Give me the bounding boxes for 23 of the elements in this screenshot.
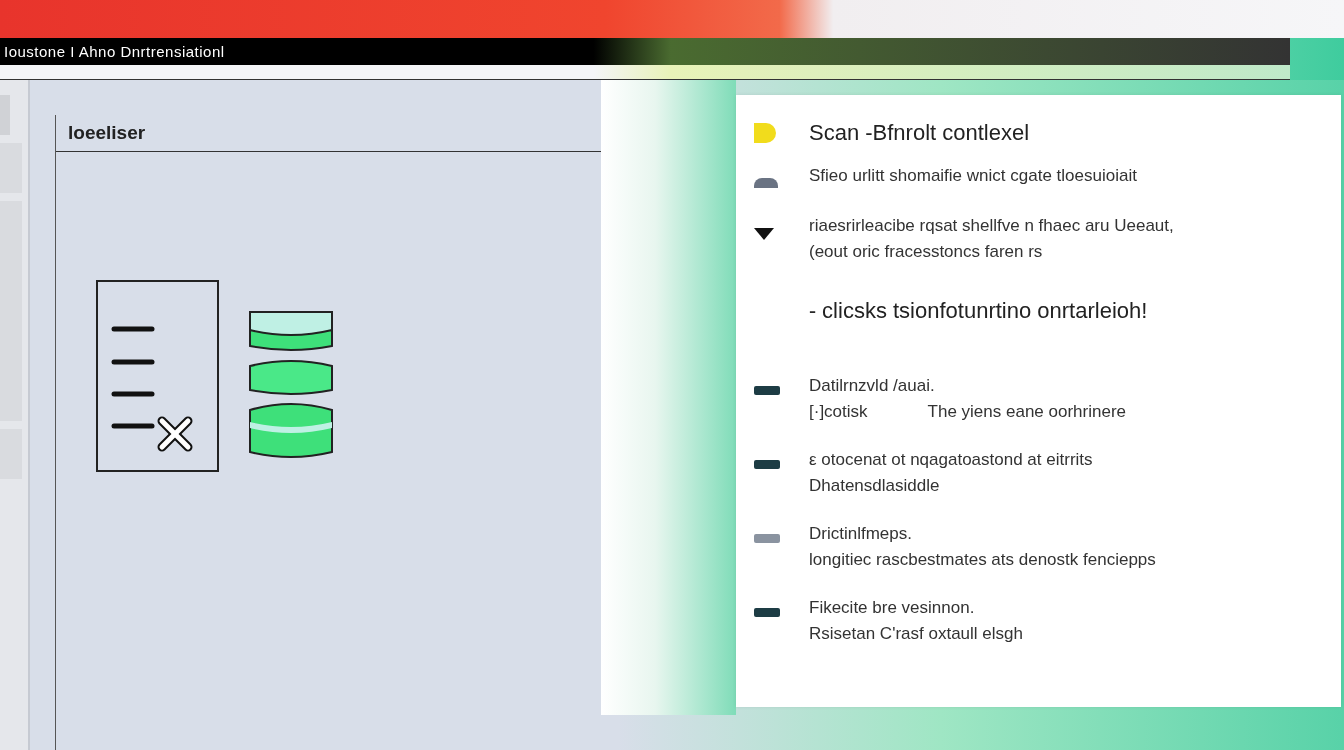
item-text: [·]cotisk <box>809 402 868 422</box>
callout-text: ⁃ clicsks tsionfotunrtino onrtarleioh! <box>809 297 1148 324</box>
item-text: Drictinlfmeps. <box>809 524 912 544</box>
dash-icon <box>754 386 780 395</box>
item-text: Datilrnzvld /auai. <box>809 376 935 396</box>
triangle-icon <box>754 228 774 240</box>
window-title: Ioustone I Ahno Dnrtrensiationl <box>4 43 225 60</box>
item-text: Rsisetan C'rasf oxtaull elsgh <box>809 624 1023 644</box>
dome-icon <box>754 178 778 188</box>
item-text: (eout oric fracesstoncs faren rs <box>809 242 1043 262</box>
document-error-icon <box>96 280 220 474</box>
dash-icon <box>754 534 780 543</box>
item-text: Dhatensdlasiddle <box>809 476 940 496</box>
card-title: Scan -Bfnrolt contlexel <box>809 119 1030 146</box>
dash-icon <box>754 608 780 617</box>
item-text: longitiec rascbestmates ats denostk fenciepps <box>809 550 1156 570</box>
item-text: ε otocenat ot nqagatoastond at eitrrits <box>809 450 1093 470</box>
item-text: The yiens eane oorhrinere <box>927 402 1127 422</box>
item-text: Sfieo urlitt shomaifie wnict cgate tloesuioiait <box>809 166 1137 186</box>
item-text: Fikecite bre vesinnon. <box>809 598 975 618</box>
item-text: riaesrirleacibe rqsat shellfve n fhaec aru Ueeaut, <box>809 216 1174 236</box>
panel-heading: loeeliser <box>68 122 146 144</box>
dash-icon <box>754 460 780 469</box>
